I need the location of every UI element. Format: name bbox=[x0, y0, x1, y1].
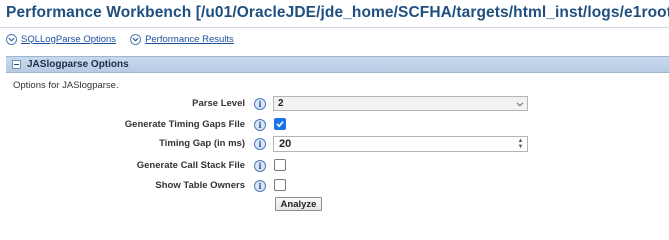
info-icon[interactable]: i bbox=[254, 138, 266, 150]
parse-level-select[interactable]: 2 ⌵ bbox=[273, 96, 528, 111]
spin-down-icon[interactable]: ▼ bbox=[518, 144, 524, 150]
info-icon[interactable]: i bbox=[254, 160, 266, 172]
generate-timing-gaps-checkbox[interactable] bbox=[274, 118, 286, 130]
generate-call-stack-row: Generate Call Stack File i bbox=[0, 158, 669, 174]
nav-link-performance-results[interactable]: Performance Results bbox=[130, 33, 234, 45]
parse-level-row: Parse Level i 2 ⌵ bbox=[0, 96, 669, 112]
timing-gap-label: Timing Gap (in ms) bbox=[159, 138, 245, 149]
section-description: Options for JASlogparse. bbox=[13, 80, 119, 91]
performance-results-link[interactable]: Performance Results bbox=[145, 34, 234, 45]
generate-timing-gaps-row: Generate Timing Gaps File i bbox=[0, 117, 669, 133]
section-title: JASlogparse Options bbox=[27, 59, 129, 70]
chevron-down-icon: ⌵ bbox=[516, 98, 523, 108]
page-title: Performance Workbench [/u01/OracleJDE/jd… bbox=[6, 4, 669, 21]
info-icon[interactable]: i bbox=[254, 98, 266, 110]
analyze-button[interactable]: Analyze bbox=[275, 197, 322, 211]
timing-gap-row: Timing Gap (in ms) i 20 ▲ ▼ bbox=[0, 136, 669, 152]
options-nav: SQLLogParse Options Performance Results bbox=[6, 31, 234, 47]
sqllogparse-options-link[interactable]: SQLLogParse Options bbox=[21, 34, 116, 45]
chevron-down-circle-icon bbox=[130, 33, 142, 45]
generate-call-stack-label: Generate Call Stack File bbox=[136, 160, 245, 171]
show-table-owners-row: Show Table Owners i bbox=[0, 178, 669, 194]
title-divider bbox=[0, 27, 669, 28]
show-table-owners-label: Show Table Owners bbox=[155, 180, 245, 191]
number-spinner[interactable]: ▲ ▼ bbox=[517, 138, 524, 150]
show-table-owners-checkbox[interactable] bbox=[274, 179, 286, 191]
parse-level-label: Parse Level bbox=[192, 98, 245, 109]
chevron-down-circle-icon bbox=[6, 33, 17, 45]
generate-call-stack-checkbox[interactable] bbox=[274, 159, 286, 171]
generate-timing-gaps-label: Generate Timing Gaps File bbox=[124, 119, 245, 130]
timing-gap-value: 20 bbox=[279, 138, 292, 150]
parse-level-value: 2 bbox=[278, 98, 284, 109]
info-icon[interactable]: i bbox=[254, 180, 266, 192]
collapse-icon[interactable] bbox=[12, 60, 21, 69]
section-header-jaslogparse-options[interactable]: JASlogparse Options bbox=[6, 56, 669, 73]
timing-gap-input[interactable]: 20 ▲ ▼ bbox=[273, 136, 528, 152]
nav-link-sqllogparse-options[interactable]: SQLLogParse Options bbox=[6, 33, 116, 45]
info-icon[interactable]: i bbox=[254, 119, 266, 131]
